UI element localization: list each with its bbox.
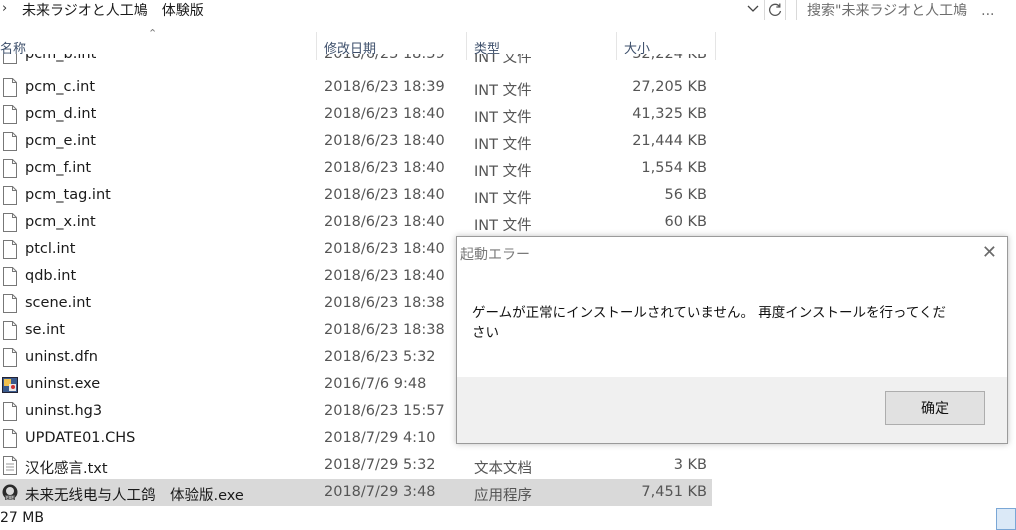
file-name: uninst.hg3 [25,403,103,419]
file-name: pcm_b.int [25,54,97,62]
file-modified: 2018/7/29 3:48 [324,484,436,500]
file-modified: 2018/6/23 18:40 [324,241,445,257]
file-icon [3,186,17,205]
file-modified: 2016/7/6 9:48 [324,376,427,392]
status-bar-size: 27 MB [0,510,44,526]
chevron-down-icon[interactable] [746,2,760,16]
file-name: pcm_x.int [25,214,96,230]
file-modified: 2018/6/23 18:38 [324,322,445,338]
file-name: pcm_f.int [25,160,92,176]
file-modified: 2018/7/29 5:32 [324,457,436,473]
table-row[interactable]: pcm_x.int 2018/6/23 18:40 INT 文件 60 KB [0,209,712,236]
table-row[interactable]: 汉化感言.txt 2018/7/29 5:32 文本文档 3 KB [0,452,712,479]
search-placeholder: 搜索"未来ラジオと人工鳩 ... [807,3,995,19]
file-name: pcm_c.int [25,79,96,95]
error-dialog: 起動エラー ✕ ゲームが正常にインストールされていません。 再度インストールを行… [456,236,1008,444]
file-modified: 2018/6/23 5:32 [324,349,436,365]
file-modified: 2018/7/29 4:10 [324,430,436,446]
file-icon [3,429,17,448]
file-icon [3,321,17,340]
file-name: pcm_tag.int [25,187,111,203]
file-icon [3,294,17,313]
file-size: 27,205 KB [632,79,707,95]
file-modified: 2018/6/23 18:40 [324,106,445,122]
file-icon [3,105,17,124]
file-type: INT 文件 [474,218,532,234]
file-icon [3,348,17,367]
svg-text:EXE: EXE [6,496,14,501]
file-size: 3 KB [673,457,707,473]
table-row[interactable]: pcm_f.int 2018/6/23 18:40 INT 文件 1,554 KB [0,155,712,182]
file-icon [3,159,17,178]
refresh-button[interactable] [764,0,784,20]
file-modified: 2018/6/23 18:40 [324,187,445,203]
file-modified: 2018/6/23 18:39 [324,54,445,62]
file-icon [3,213,17,232]
file-size: 1,554 KB [641,160,707,176]
file-type: 应用程序 [474,488,532,504]
file-name: pcm_e.int [25,133,96,149]
text-file-icon [3,456,17,475]
ok-button[interactable]: 确定 [885,391,985,425]
file-type: INT 文件 [474,83,532,99]
file-name: uninst.exe [25,376,101,392]
table-row[interactable]: pcm_d.int 2018/6/23 18:40 INT 文件 41,325 KB [0,101,712,128]
table-row[interactable]: pcm_c.int 2018/6/23 18:39 INT 文件 27,205 KB [0,74,712,101]
installer-exe-icon [2,377,18,393]
table-row[interactable]: pcm_e.int 2018/6/23 18:40 INT 文件 21,444 KB [0,128,712,155]
file-type: INT 文件 [474,191,532,207]
file-modified: 2018/6/23 18:40 [324,160,445,176]
file-icon [3,240,17,259]
file-name: 汉化感言.txt [25,461,108,477]
file-size: 56 KB [664,187,707,203]
file-type: INT 文件 [474,54,532,66]
file-type: INT 文件 [474,110,532,126]
file-name: pcm_d.int [25,106,97,122]
file-modified: 2018/6/23 18:38 [324,295,445,311]
file-name: se.int [25,322,65,338]
file-size: 60 KB [664,214,707,230]
details-view-button[interactable] [996,508,1016,530]
column-divider[interactable] [715,32,716,60]
file-icon [3,78,17,97]
dialog-message-line: さい [472,325,499,341]
file-name: scene.int [25,295,92,311]
breadcrumb-current-folder[interactable]: 未来ラジオと人工鳩 体験版 [22,0,204,20]
file-icon [3,132,17,151]
file-name: qdb.int [25,268,77,284]
file-name: 未来无线电与人工鸽 体验版.exe [25,488,244,504]
file-modified: 2018/6/23 15:57 [324,403,445,419]
refresh-icon [768,3,781,16]
file-icon [3,54,17,64]
breadcrumb-separator: › [2,1,8,16]
file-icon [3,267,17,286]
file-modified: 2018/6/23 18:40 [324,133,445,149]
address-bar[interactable]: › 未来ラジオと人工鳩 体験版 [0,0,786,20]
file-size: 41,325 KB [632,106,707,122]
dialog-title: 起動エラー [460,247,530,263]
file-name: UPDATE01.CHS [25,430,136,446]
file-type: INT 文件 [474,164,532,180]
file-type: INT 文件 [474,137,532,153]
table-row[interactable]: pcm_tag.int 2018/6/23 18:40 INT 文件 56 KB [0,182,712,209]
file-name: uninst.dfn [25,349,98,365]
app-exe-icon: EXE [2,484,18,501]
file-modified: 2018/6/23 18:40 [324,214,445,230]
search-input[interactable]: 搜索"未来ラジオと人工鳩 ... [796,0,1016,20]
dialog-message: ゲームが正常にインストールされていません。 再度インストールを行ってくだ さい [472,303,972,343]
table-row[interactable]: pcm_b.int 2018/6/23 18:39 INT 文件 32,224 … [0,54,712,68]
file-size: 7,451 KB [641,484,707,500]
file-size: 21,444 KB [632,133,707,149]
file-size: 32,224 KB [632,54,707,62]
file-type: 文本文档 [474,461,532,477]
file-modified: 2018/6/23 18:39 [324,79,445,95]
file-modified: 2018/6/23 18:40 [324,268,445,284]
dialog-message-line: ゲームが正常にインストールされていません。 再度インストールを行ってくだ [472,305,946,321]
close-icon[interactable]: ✕ [982,242,997,263]
file-name: ptcl.int [25,241,76,257]
file-icon [3,402,17,421]
sort-ascending-icon: ⌃ [148,27,158,40]
table-row[interactable]: EXE 未来无线电与人工鸽 体验版.exe 2018/7/29 3:48 应用程序 7,… [0,479,712,506]
